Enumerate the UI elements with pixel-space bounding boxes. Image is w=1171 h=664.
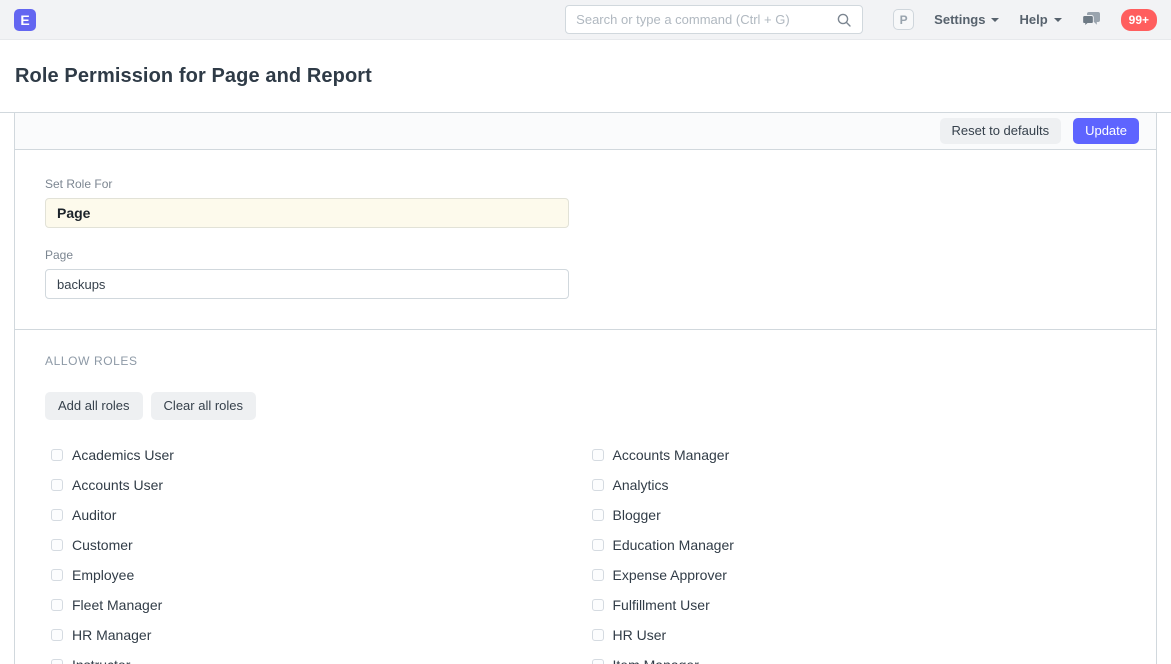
role-label: Fulfillment User (613, 597, 710, 613)
settings-menu-label: Settings (934, 12, 985, 27)
add-all-roles-button[interactable]: Add all roles (45, 392, 143, 420)
global-search (565, 5, 863, 34)
chevron-down-icon (1054, 18, 1062, 22)
role-row[interactable]: Expense Approver (586, 560, 1127, 590)
role-row[interactable]: HR Manager (45, 620, 586, 650)
help-menu-label: Help (1019, 12, 1047, 27)
role-row[interactable]: Employee (45, 560, 586, 590)
role-label: Accounts User (72, 477, 163, 493)
form-section: Set Role For Page Page (15, 150, 1156, 330)
role-label: Employee (72, 567, 134, 583)
role-checkbox[interactable] (592, 509, 604, 521)
role-row[interactable]: Fleet Manager (45, 590, 586, 620)
role-row[interactable]: Academics User (45, 440, 586, 470)
role-checkbox[interactable] (592, 599, 604, 611)
help-menu[interactable]: Help (1019, 12, 1061, 27)
role-checkbox[interactable] (51, 569, 63, 581)
page-head: Role Permission for Page and Report (0, 40, 1171, 112)
roles-grid: Academics User Accounts User Auditor (45, 440, 1126, 664)
roles-column-left: Academics User Accounts User Auditor (45, 440, 586, 664)
role-label: Customer (72, 537, 133, 553)
search-input[interactable] (576, 12, 836, 27)
role-label: HR Manager (72, 627, 151, 643)
user-avatar-letter: P (900, 13, 908, 27)
role-row[interactable]: HR User (586, 620, 1127, 650)
reset-to-defaults-button[interactable]: Reset to defaults (940, 118, 1062, 144)
role-checkbox[interactable] (592, 629, 604, 641)
settings-menu[interactable]: Settings (934, 12, 999, 27)
role-checkbox[interactable] (51, 479, 63, 491)
role-label: Education Manager (613, 537, 734, 553)
role-checkbox[interactable] (51, 629, 63, 641)
set-role-for-group: Set Role For Page (45, 177, 1126, 228)
role-checkbox[interactable] (592, 479, 604, 491)
role-label: Fleet Manager (72, 597, 162, 613)
roles-actions: Add all roles Clear all roles (45, 392, 1126, 420)
role-label: Blogger (613, 507, 661, 523)
role-row[interactable]: Auditor (45, 500, 586, 530)
chat-icon[interactable] (1082, 11, 1101, 28)
role-row[interactable]: Instructor (45, 650, 586, 664)
role-checkbox[interactable] (51, 659, 63, 664)
role-checkbox[interactable] (51, 509, 63, 521)
roles-column-right: Accounts Manager Analytics Blogger (586, 440, 1127, 664)
role-checkbox[interactable] (592, 539, 604, 551)
allow-roles-heading: ALLOW ROLES (45, 354, 1126, 368)
page-field-label: Page (45, 248, 1126, 262)
app-logo[interactable]: E (14, 9, 36, 31)
clear-all-roles-button[interactable]: Clear all roles (151, 392, 256, 420)
page-title: Role Permission for Page and Report (15, 65, 372, 88)
role-row[interactable]: Education Manager (586, 530, 1127, 560)
set-role-for-select[interactable]: Page (45, 198, 569, 228)
role-checkbox[interactable] (51, 599, 63, 611)
role-label: Expense Approver (613, 567, 727, 583)
navbar: E P Settings Help 99+ (0, 0, 1171, 40)
set-role-for-label: Set Role For (45, 177, 1126, 191)
role-label: Auditor (72, 507, 116, 523)
role-row[interactable]: Blogger (586, 500, 1127, 530)
role-row[interactable]: Accounts Manager (586, 440, 1127, 470)
page-field-group: Page (45, 248, 1126, 299)
search-icon[interactable] (836, 12, 852, 28)
role-row[interactable]: Fulfillment User (586, 590, 1127, 620)
chevron-down-icon (991, 18, 999, 22)
role-label: Item Manager (613, 657, 699, 664)
notifications-badge[interactable]: 99+ (1121, 9, 1157, 31)
role-checkbox[interactable] (51, 449, 63, 461)
role-checkbox[interactable] (592, 569, 604, 581)
role-checkbox[interactable] (592, 659, 604, 664)
main-card: Reset to defaults Update Set Role For Pa… (14, 113, 1157, 664)
app-logo-letter: E (20, 12, 29, 28)
role-row[interactable]: Customer (45, 530, 586, 560)
role-label: Analytics (613, 477, 669, 493)
roles-section: ALLOW ROLES Add all roles Clear all role… (15, 330, 1156, 664)
card-toolbar: Reset to defaults Update (15, 113, 1156, 150)
role-row[interactable]: Accounts User (45, 470, 586, 500)
role-label: Accounts Manager (613, 447, 730, 463)
role-row[interactable]: Analytics (586, 470, 1127, 500)
role-label: HR User (613, 627, 667, 643)
role-row[interactable]: Item Manager (586, 650, 1127, 664)
navbar-right-cluster: P Settings Help 99+ (893, 9, 1157, 31)
page-field-input[interactable] (45, 269, 569, 299)
role-label: Academics User (72, 447, 174, 463)
role-label: Instructor (72, 657, 130, 664)
user-avatar[interactable]: P (893, 9, 914, 30)
role-checkbox[interactable] (592, 449, 604, 461)
role-checkbox[interactable] (51, 539, 63, 551)
update-button[interactable]: Update (1073, 118, 1139, 144)
